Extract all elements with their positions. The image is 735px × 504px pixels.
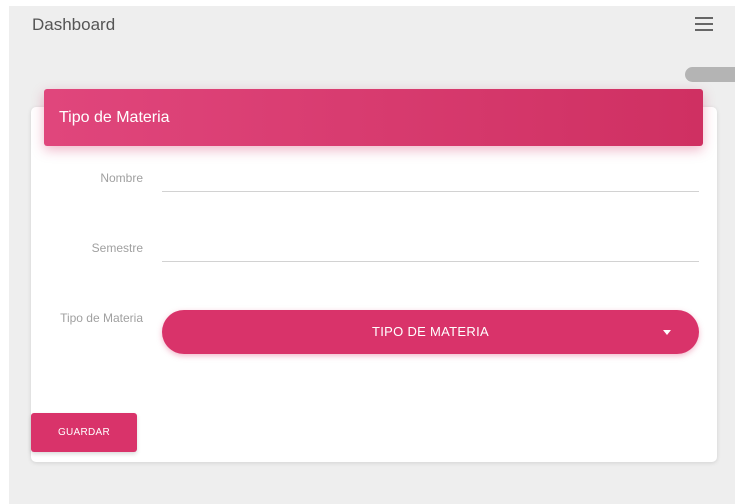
semestre-label: Semestre <box>91 241 143 255</box>
card-header: Tipo de Materia <box>44 89 703 146</box>
dashboard-page: Dashboard Tipo de Materia Nombre Semestr… <box>9 6 735 504</box>
nombre-underline <box>162 191 699 192</box>
tipo-materia-select[interactable]: TIPO DE MATERIA <box>162 310 699 354</box>
tipo-materia-label: Tipo de Materia <box>60 311 143 325</box>
semestre-input[interactable] <box>162 236 699 260</box>
hamburger-line <box>695 23 713 25</box>
nombre-input[interactable] <box>162 166 699 190</box>
tipo-materia-select-text: TIPO DE MATERIA <box>372 324 489 339</box>
form-card <box>31 107 717 462</box>
semestre-underline <box>162 261 699 262</box>
nombre-label: Nombre <box>100 171 143 185</box>
card-header-title: Tipo de Materia <box>59 109 170 126</box>
hamburger-line <box>695 29 713 31</box>
save-button[interactable]: GUARDAR <box>31 413 137 452</box>
caret-down-icon <box>663 330 671 335</box>
scroll-handle[interactable] <box>685 67 735 82</box>
hamburger-line <box>695 17 713 19</box>
page-title: Dashboard <box>32 15 116 34</box>
hamburger-menu-icon[interactable] <box>695 17 713 31</box>
